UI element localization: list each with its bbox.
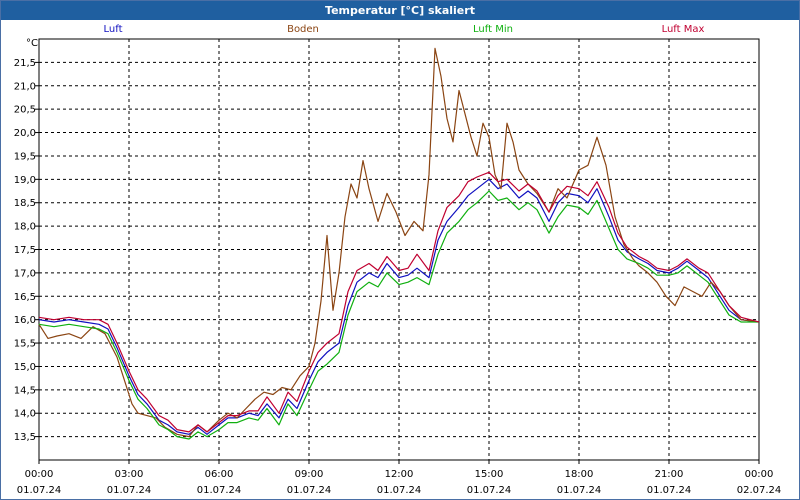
x-tick-time-label: 12:00 <box>385 469 414 480</box>
x-tick-time-label: 18:00 <box>565 469 594 480</box>
legend-item-luft: Luft <box>103 24 123 35</box>
x-tick-time-label: 03:00 <box>115 469 144 480</box>
y-tick-label: 18,0 <box>14 222 36 233</box>
legend-item-boden: Boden <box>287 24 319 35</box>
y-tick-label: 14,5 <box>14 385 36 396</box>
x-tick-date-label: 01.07.24 <box>197 485 242 496</box>
x-tick-date-label: 01.07.24 <box>557 485 602 496</box>
y-tick-label: 20,0 <box>14 128 36 139</box>
y-tick-label: 14,0 <box>14 409 36 420</box>
y-tick-label: 16,0 <box>14 315 36 326</box>
y-tick-label: 21,5 <box>14 58 36 69</box>
x-tick-time-label: 00:00 <box>25 469 54 480</box>
x-tick-date-label: 01.07.24 <box>287 485 332 496</box>
x-tick-time-label: 21:00 <box>655 469 684 480</box>
legend-item-luft-min: Luft Min <box>473 24 513 35</box>
y-axis-unit: °C <box>26 38 38 49</box>
x-tick-time-label: 09:00 <box>295 469 324 480</box>
y-tick-label: 17,5 <box>14 245 36 256</box>
y-tick-label: 19,0 <box>14 175 36 186</box>
y-tick-label: 15,5 <box>14 339 36 350</box>
x-tick-date-label: 02.07.24 <box>737 485 782 496</box>
y-tick-label: 17,0 <box>14 268 36 279</box>
y-tick-label: 13,5 <box>14 432 36 443</box>
x-tick-date-label: 01.07.24 <box>467 485 512 496</box>
x-tick-date-label: 01.07.24 <box>647 485 692 496</box>
x-tick-date-label: 01.07.24 <box>377 485 422 496</box>
y-tick-label: 20,5 <box>14 105 36 116</box>
y-tick-label: 18,5 <box>14 198 36 209</box>
y-tick-label: 15,0 <box>14 362 36 373</box>
y-tick-label: 19,5 <box>14 151 36 162</box>
x-tick-date-label: 01.07.24 <box>107 485 152 496</box>
legend-item-luft-max: Luft Max <box>661 24 705 35</box>
line-chart: 13,5 14,0 14,5 15,0 15,5 16,0 16,5 17,0 17,5 18,0… <box>14 38 782 496</box>
y-tick-label: 16,5 <box>14 292 36 303</box>
y-tick-label: 21,0 <box>14 81 36 92</box>
x-tick-time-label: 06:00 <box>205 469 234 480</box>
x-tick-date-label: 01.07.24 <box>17 485 62 496</box>
x-tick-time-label: 15:00 <box>475 469 504 480</box>
x-tick-time-label: 00:00 <box>745 469 774 480</box>
